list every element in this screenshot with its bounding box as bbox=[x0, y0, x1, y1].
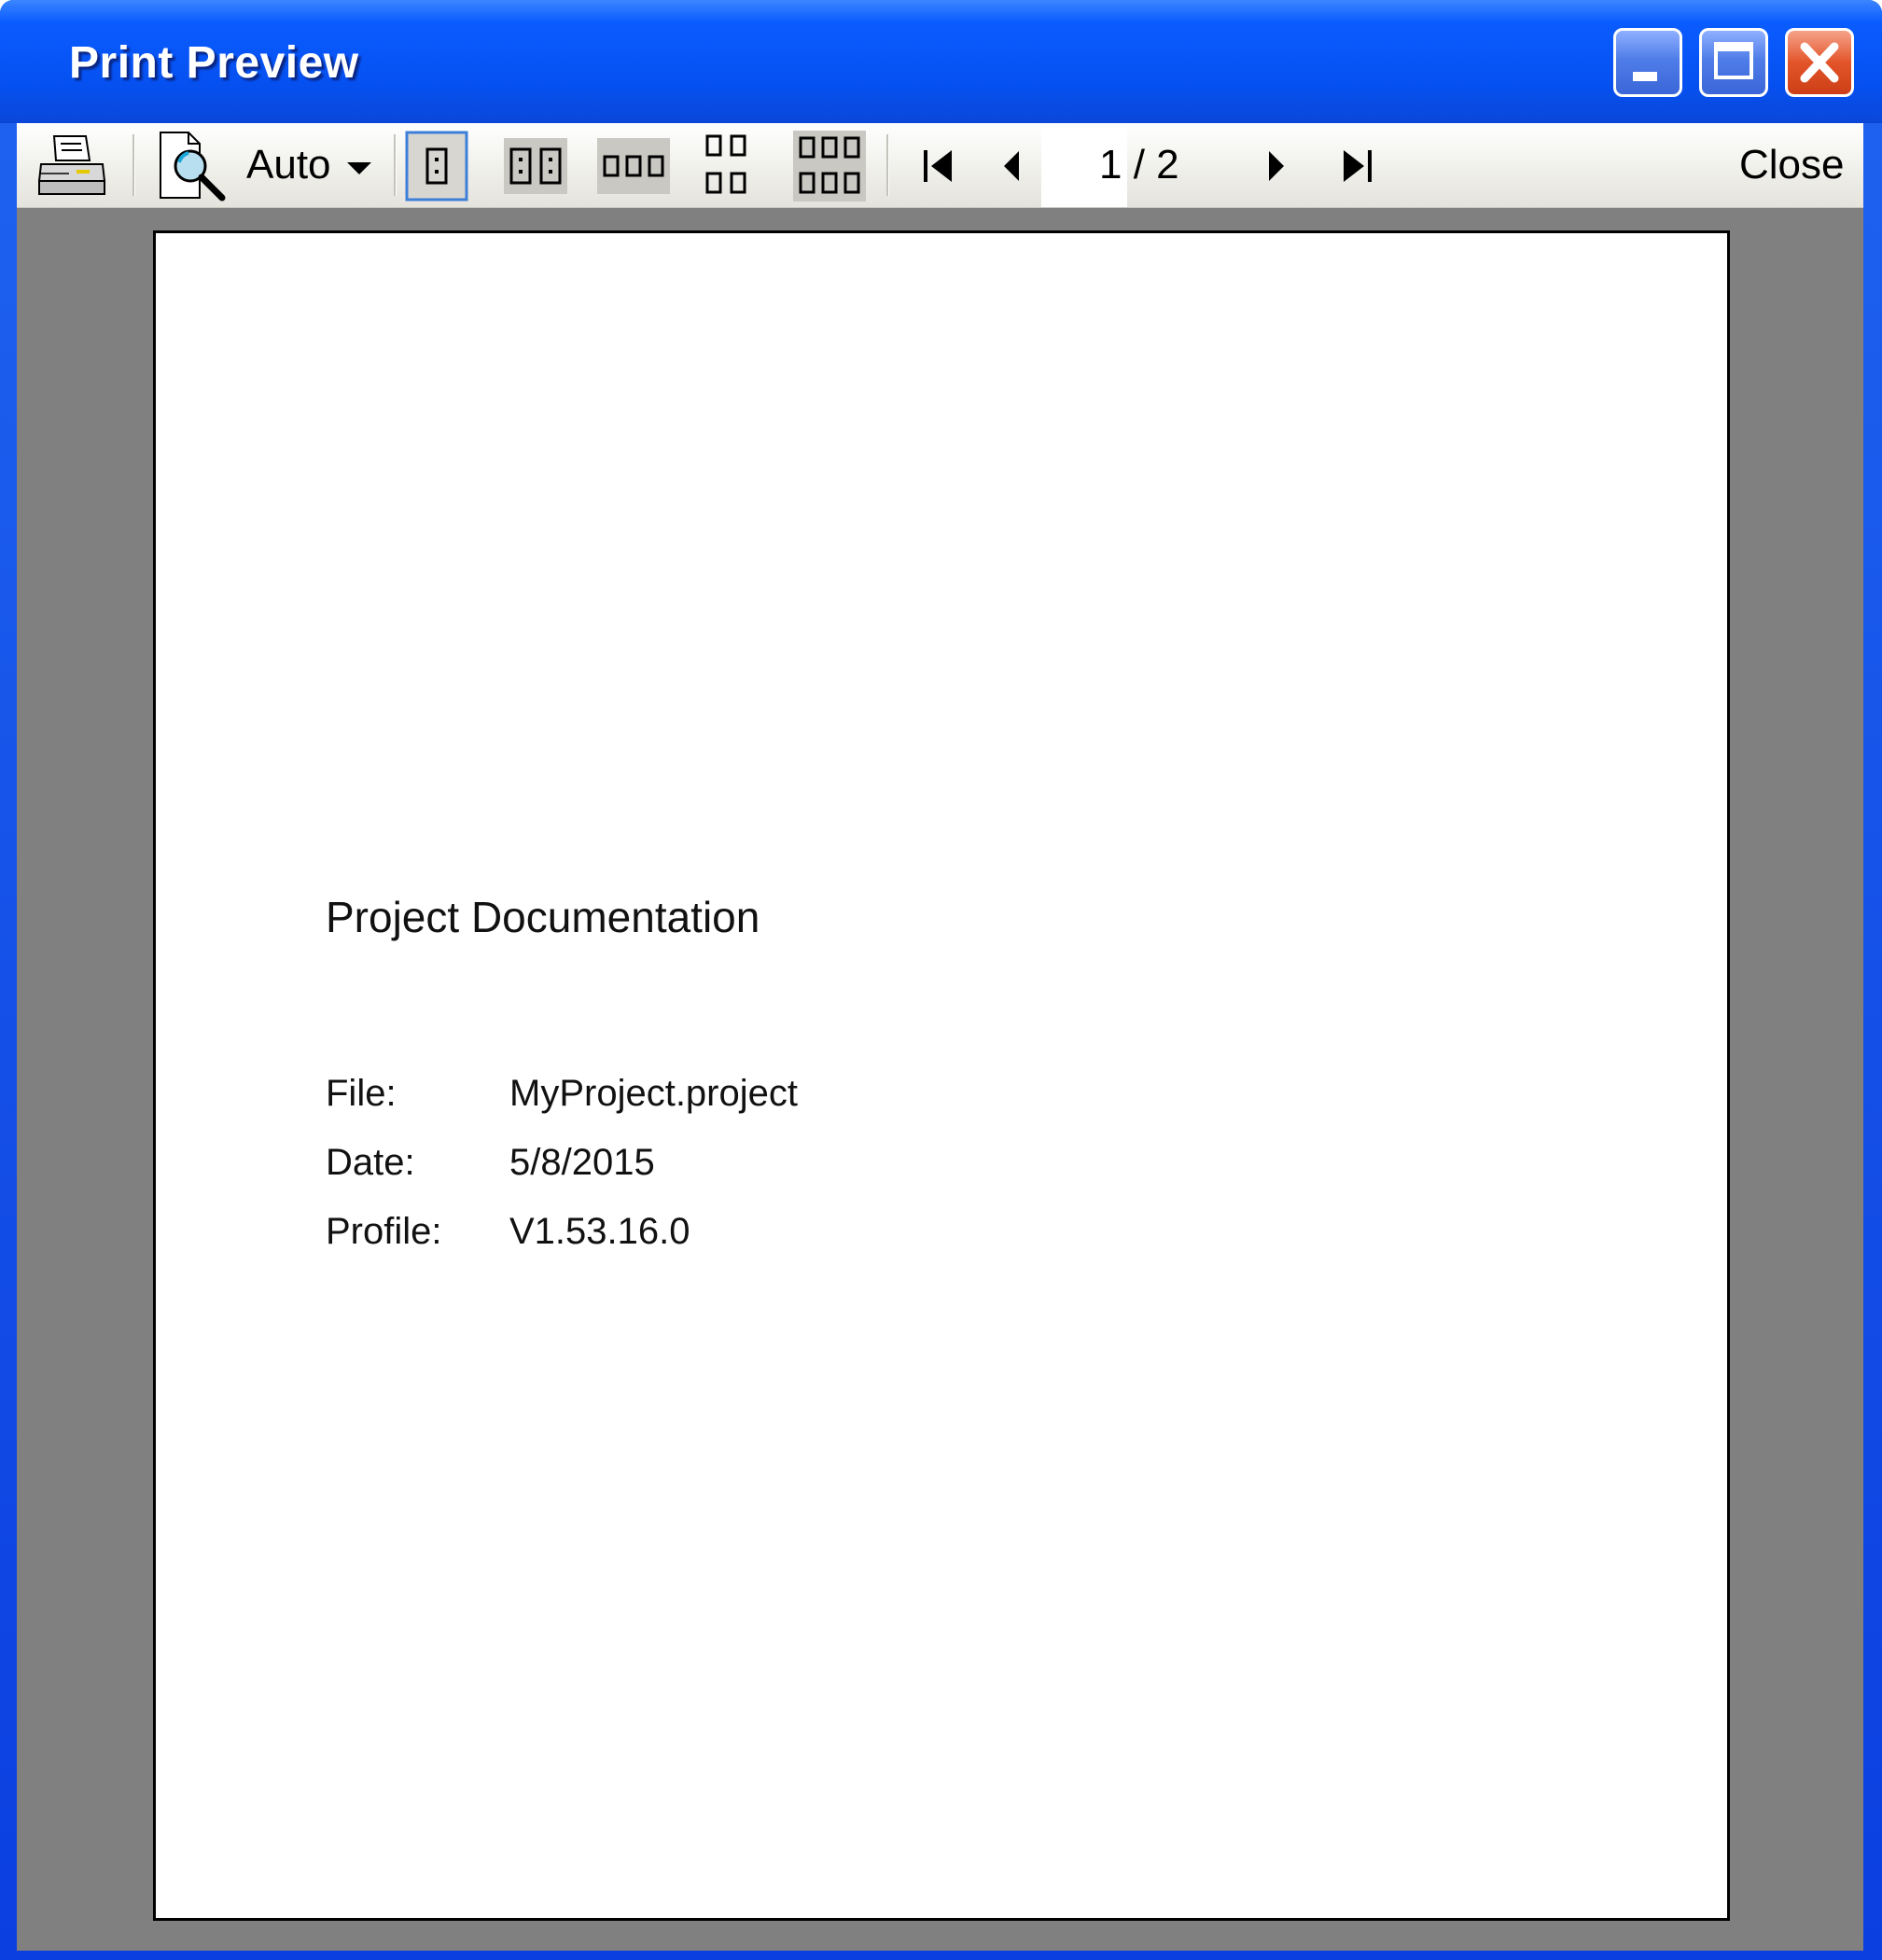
three-pages-layout-icon bbox=[597, 138, 670, 194]
document-title: Project Documentation bbox=[326, 893, 760, 941]
next-page-button[interactable] bbox=[1258, 123, 1295, 207]
close-window-button[interactable] bbox=[1785, 28, 1854, 97]
six-pages-layout-icon bbox=[793, 131, 866, 202]
metadata-label: Date: bbox=[326, 1142, 415, 1183]
toolbar-separator bbox=[394, 134, 397, 196]
printer-icon bbox=[37, 135, 106, 195]
toolbar-separator bbox=[132, 134, 135, 196]
first-page-icon bbox=[924, 150, 952, 182]
three-pages-view-button[interactable] bbox=[595, 123, 672, 207]
four-pages-layout-icon bbox=[705, 134, 746, 194]
six-pages-view-button[interactable] bbox=[791, 123, 868, 207]
last-page-icon bbox=[1344, 150, 1372, 182]
minimize-button[interactable] bbox=[1613, 28, 1682, 97]
metadata-label: Profile: bbox=[326, 1211, 442, 1252]
previous-page-button[interactable] bbox=[993, 123, 1030, 207]
previous-page-icon bbox=[1004, 151, 1019, 181]
chevron-down-icon bbox=[347, 162, 371, 174]
page-indicator: 1 / 2 bbox=[1099, 142, 1179, 188]
window-title: Print Preview bbox=[69, 38, 359, 88]
current-page[interactable]: 1 bbox=[1099, 142, 1122, 188]
print-button[interactable] bbox=[35, 123, 110, 207]
print-preview-window: Print Preview Auto 1 / 2 Close Project D… bbox=[0, 0, 1882, 1960]
zoom-dropdown[interactable] bbox=[345, 123, 373, 207]
toolbar: Auto 1 / 2 Close bbox=[17, 123, 1863, 208]
two-pages-view-button[interactable] bbox=[502, 123, 569, 207]
maximize-button[interactable] bbox=[1699, 28, 1768, 97]
preview-viewport[interactable]: Project Documentation File: MyProject.pr… bbox=[17, 208, 1863, 1951]
last-page-button[interactable] bbox=[1334, 123, 1381, 207]
magnifier-page-icon bbox=[160, 132, 226, 202]
close-preview-button[interactable]: Close bbox=[1739, 142, 1845, 188]
toolbar-separator bbox=[886, 134, 889, 196]
close-icon bbox=[1800, 42, 1839, 83]
minimize-icon bbox=[1633, 72, 1657, 81]
four-pages-view-button[interactable] bbox=[698, 123, 760, 207]
metadata-value: 5/8/2015 bbox=[509, 1142, 655, 1183]
one-page-layout-icon bbox=[405, 131, 468, 202]
preview-page: Project Documentation File: MyProject.pr… bbox=[153, 230, 1730, 1921]
page-total: / 2 bbox=[1133, 142, 1179, 188]
title-bar[interactable]: Print Preview bbox=[0, 0, 1882, 123]
metadata-value: V1.53.16.0 bbox=[509, 1211, 690, 1252]
one-page-view-button[interactable] bbox=[405, 123, 468, 207]
first-page-button[interactable] bbox=[914, 123, 961, 207]
two-pages-layout-icon bbox=[504, 138, 567, 194]
metadata-label: File: bbox=[326, 1073, 397, 1114]
metadata-value: MyProject.project bbox=[509, 1073, 798, 1114]
zoom-value[interactable]: Auto bbox=[246, 142, 331, 188]
next-page-icon bbox=[1269, 151, 1284, 181]
maximize-icon bbox=[1714, 42, 1753, 79]
zoom-button[interactable] bbox=[157, 123, 233, 207]
